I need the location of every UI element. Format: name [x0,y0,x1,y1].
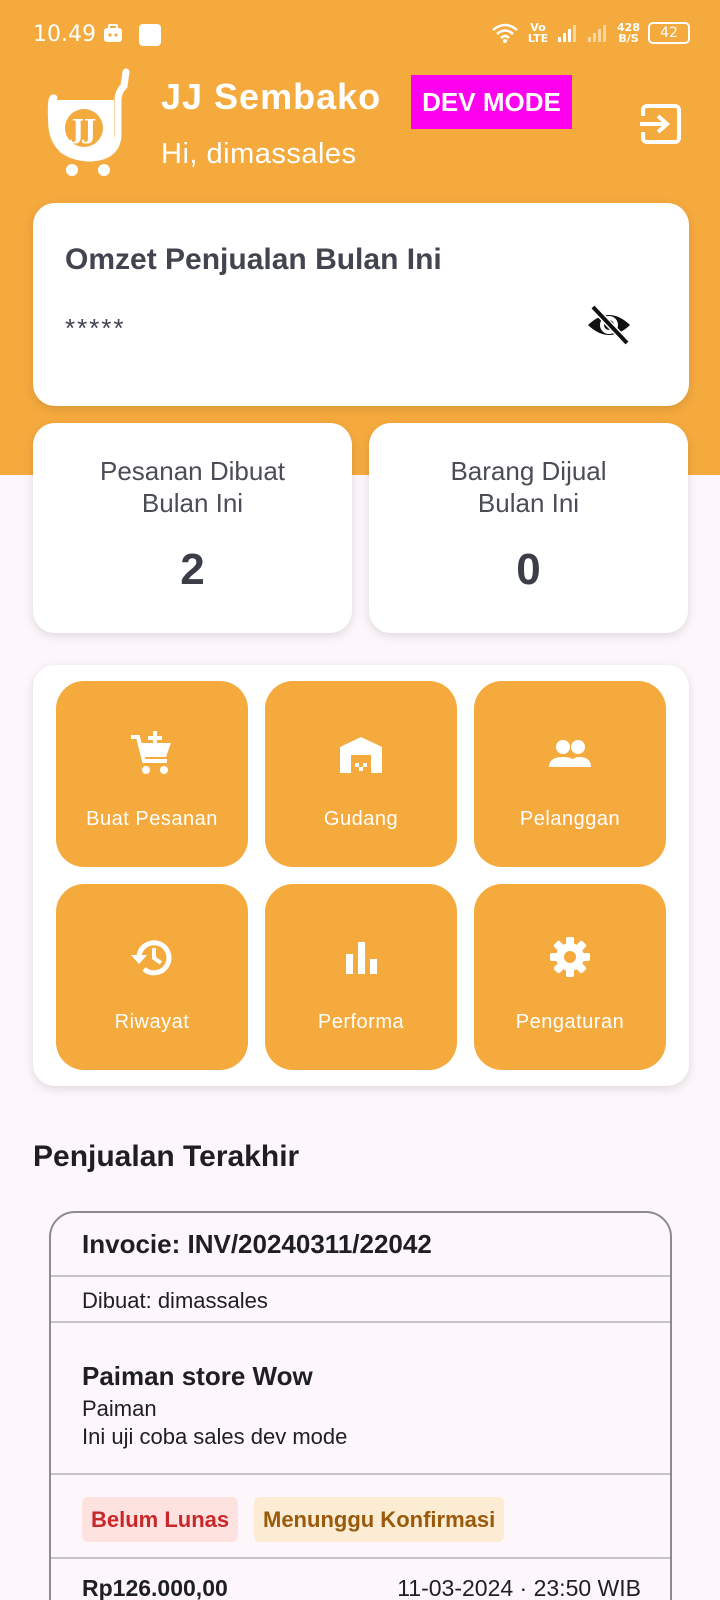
invoice-datetime: 11-03-2024 · 23:50 WIB [397,1575,641,1600]
menu-riwayat-button[interactable]: Riwayat [56,884,248,1070]
signal-2-icon [588,25,607,42]
stat-card-items-sold: Barang Dijual Bulan Ini 0 [369,423,688,633]
stat-value: 0 [516,545,541,594]
invoice-title: Invocie: INV/20240311/22042 [82,1229,432,1259]
network-type: Vo LTE [527,21,549,45]
invoice-card[interactable]: Invocie: INV/20240311/22042 Dibuat: dima… [49,1211,672,1600]
app-logo: JJ [47,68,130,176]
menu-performa-button[interactable]: Performa [265,884,457,1070]
people-icon [549,740,591,767]
menu-label: Buat Pesanan [86,808,218,830]
battery-indicator: 42 [648,22,690,44]
invoice-created-row [51,1277,670,1323]
stat-label: Barang Dijual Bulan Ini [450,456,607,518]
menu-pengaturan-button[interactable]: Pengaturan [474,884,666,1070]
greeting-text: Hi, dimassales [161,138,357,170]
network-speed: 428 B/S [617,21,640,45]
dev-mode-badge: DEV MODE [411,75,572,129]
menu-gudang-button[interactable]: Gudang [265,681,457,867]
status-indicators: Vo LTE 428 B/S 42 [491,22,690,44]
warehouse-icon [340,737,382,773]
omzet-title: Omzet Penjualan Bulan Ini [65,243,442,276]
status-time: 10.49 [33,22,96,47]
menu-panel: Buat Pesanan Gudang Pelanggan Riwayat Pe… [33,665,689,1086]
add-cart-icon [131,731,171,774]
omzet-card: Omzet Penjualan Bulan Ini ***** [33,203,689,406]
eye-off-icon[interactable] [585,301,633,349]
app-title: JJ Sembako [161,76,382,117]
menu-label: Gudang [323,808,399,830]
bar-chart-icon [346,942,377,974]
notification-square-icon [139,24,161,46]
menu-label: Pelanggan [519,808,621,830]
invoice-customer-row [51,1323,670,1475]
recent-sales-title: Penjualan Terakhir [33,1140,300,1173]
signal-icon [558,25,577,42]
gear-icon [550,937,590,977]
logout-icon[interactable] [640,103,682,145]
notification-app-icon [104,24,122,42]
status-bar: 10.49 Vo LTE 428 B/S 42 [0,0,720,72]
history-icon [131,940,172,976]
invoice-total: Rp126.000,00 [82,1575,228,1600]
menu-label: Performa [317,1011,405,1033]
menu-label: Riwayat [114,1011,190,1033]
stat-value: 2 [180,545,205,594]
omzet-value: ***** [65,313,126,343]
stat-label: Pesanan Dibuat Bulan Ini [99,456,286,518]
svg-text:JJ: JJ [70,115,97,145]
menu-pelanggan-button[interactable]: Pelanggan [474,681,666,867]
wifi-icon [492,23,518,43]
menu-label: Pengaturan [515,1011,625,1033]
menu-buat-pesanan-button[interactable]: Buat Pesanan [56,681,248,867]
stat-card-orders: Pesanan Dibuat Bulan Ini 2 [33,423,352,633]
invoice-header-row: Invocie: INV/20240311/22042 [51,1213,670,1277]
invoice-badges-row [51,1475,670,1559]
